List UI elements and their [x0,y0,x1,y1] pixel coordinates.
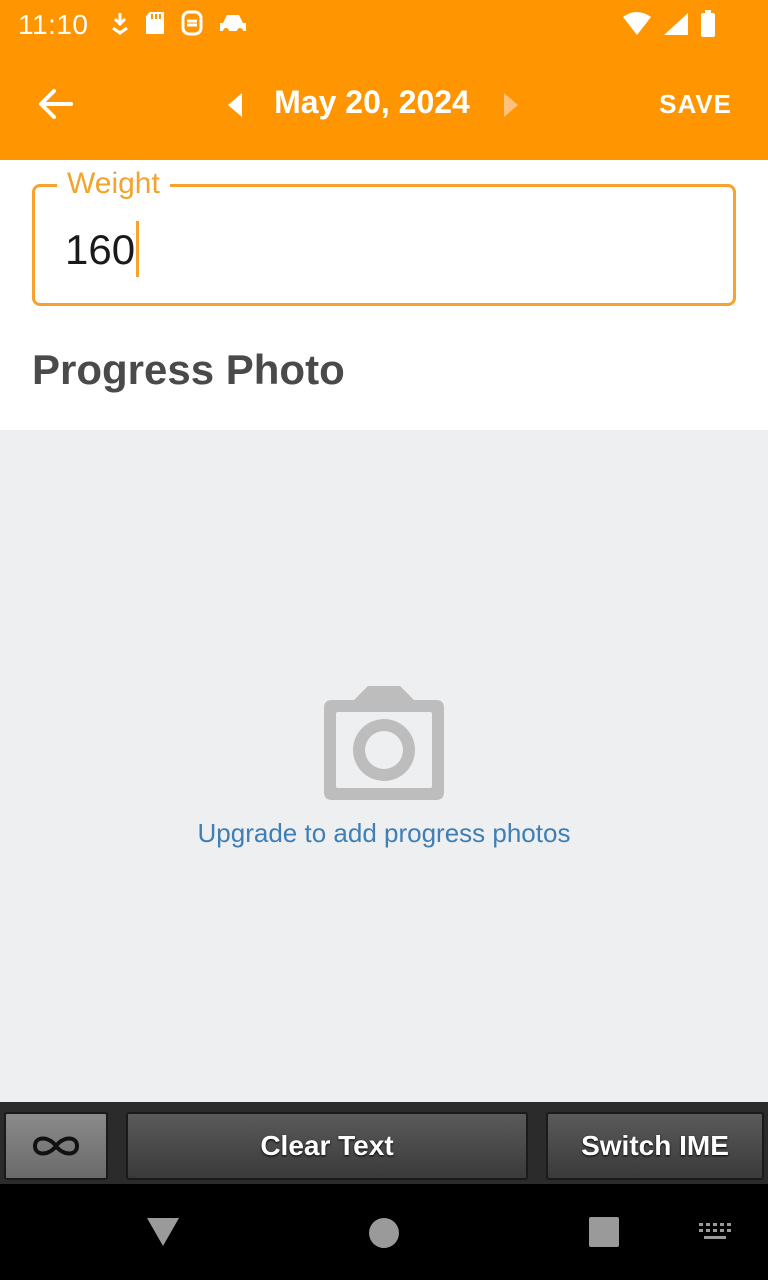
next-date-button[interactable] [498,90,528,120]
sd-card-icon [146,12,164,34]
weight-input[interactable]: 160 [65,221,140,281]
status-icons-right [622,10,716,38]
weight-field[interactable]: Weight 160 [32,167,736,306]
camera-icon [324,686,444,800]
signal-icon [664,13,688,35]
previous-date-button[interactable] [222,90,252,120]
save-button[interactable]: SAVE [659,89,732,120]
app-bar: May 20, 2024 SAVE [0,48,768,160]
infinity-button[interactable] [4,1112,108,1180]
battery-icon [701,10,715,37]
keyboard-icon[interactable] [698,1222,732,1242]
status-time: 11:10 [18,9,89,40]
weight-value: 160 [65,226,136,274]
status-icons-left [110,10,248,36]
weight-label: Weight [57,167,170,201]
triangle-right-icon [504,93,518,117]
switch-ime-button[interactable]: Switch IME [546,1112,764,1180]
download-icon [112,13,128,35]
upgrade-link[interactable]: Upgrade to add progress photos [0,818,768,849]
triangle-left-icon [228,93,242,117]
navigation-bar [0,1184,768,1280]
infinity-icon [32,1136,80,1156]
back-triangle-icon[interactable] [146,1216,180,1248]
progress-photo-title: Progress Photo [32,346,345,393]
arrow-left-icon [39,89,73,119]
text-caret [136,221,140,277]
date-title[interactable]: May 20, 2024 [262,84,482,121]
notification-icon [181,10,203,36]
ime-toolbar: Clear Text Switch IME [0,1102,768,1184]
wifi-icon [623,12,651,35]
back-button[interactable] [30,82,80,126]
home-circle-icon[interactable] [369,1218,399,1248]
status-bar: 11:10 [0,0,768,48]
clear-text-button[interactable]: Clear Text [126,1112,528,1180]
progress-photo-area[interactable]: Upgrade to add progress photos [0,430,768,1102]
recents-square-icon[interactable] [589,1217,619,1247]
car-icon [220,15,246,34]
